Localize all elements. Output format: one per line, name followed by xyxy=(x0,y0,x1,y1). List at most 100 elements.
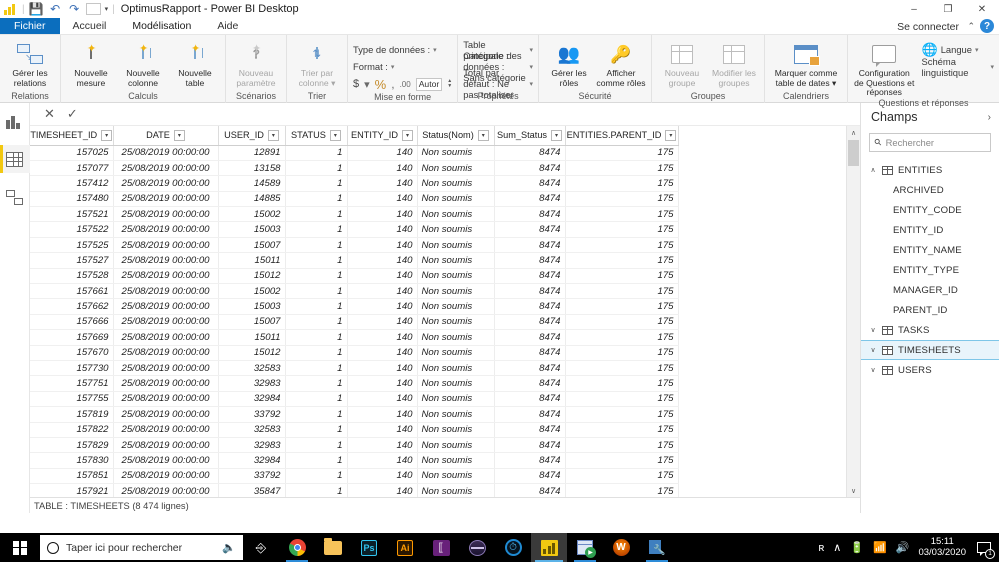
cell-status-nom-[interactable]: Non soumis xyxy=(417,437,495,454)
decimal-spinner[interactable]: ▲ ▼ xyxy=(447,79,452,89)
cell-status[interactable]: 1 xyxy=(285,191,348,208)
cell-entities-parent-id[interactable]: 175 xyxy=(565,329,679,346)
fields-table-entities[interactable]: ∧ ENTITIES xyxy=(861,160,999,180)
cell-user-id[interactable]: 32984 xyxy=(218,452,286,469)
column-header-entity-id[interactable]: ENTITY_ID ▾ xyxy=(347,126,418,146)
chevron-down-icon[interactable]: ∨ xyxy=(869,326,877,334)
cell-user-id[interactable]: 15012 xyxy=(218,345,286,361)
cell-entities-parent-id[interactable]: 175 xyxy=(565,452,679,469)
cell-timesheet-id[interactable]: 157819 xyxy=(30,406,114,423)
sign-in-link[interactable]: Se connecter xyxy=(897,18,959,35)
cell-user-id[interactable]: 32984 xyxy=(218,391,286,408)
scroll-down-arrow[interactable]: ∨ xyxy=(847,484,860,497)
cell-entities-parent-id[interactable]: 175 xyxy=(565,221,679,238)
cell-entities-parent-id[interactable]: 175 xyxy=(565,160,679,177)
cell-date[interactable]: 25/08/2019 00:00:00 xyxy=(113,237,219,254)
cell-timesheet-id[interactable]: 157829 xyxy=(30,437,114,454)
cell-timesheet-id[interactable]: 157670 xyxy=(30,345,114,361)
tab-fichier[interactable]: Fichier xyxy=(0,18,60,34)
taskbar-app-sheet[interactable]: ▶ xyxy=(567,533,603,562)
cell-user-id[interactable]: 33792 xyxy=(218,406,286,423)
cell-status[interactable]: 1 xyxy=(285,298,348,315)
cell-entities-parent-id[interactable]: 175 xyxy=(565,298,679,315)
cell-status[interactable]: 1 xyxy=(285,252,348,269)
model-view-button[interactable] xyxy=(0,183,30,211)
minimize-button[interactable]: – xyxy=(897,0,931,18)
cell-entities-parent-id[interactable]: 175 xyxy=(565,483,679,497)
column-header-status[interactable]: STATUS ▾ xyxy=(285,126,348,146)
cell-sum-status[interactable]: 8474 xyxy=(494,145,566,161)
cell-status-nom-[interactable]: Non soumis xyxy=(417,468,495,485)
cell-entities-parent-id[interactable]: 175 xyxy=(565,314,679,331)
cell-date[interactable]: 25/08/2019 00:00:00 xyxy=(113,175,219,192)
field-manager_id[interactable]: MANAGER_ID xyxy=(861,280,999,300)
linguistic-schema-field[interactable]: Schéma linguistique ▾ xyxy=(922,56,994,78)
cell-status[interactable]: 1 xyxy=(285,160,348,177)
cell-user-id[interactable]: 32583 xyxy=(218,360,286,377)
cell-timesheet-id[interactable]: 157412 xyxy=(30,175,114,192)
collapse-ribbon-icon[interactable]: ⌃ xyxy=(967,18,975,35)
table-row[interactable]: 157819 25/08/2019 00:00:00 33792 1 140 Non so… xyxy=(30,406,679,423)
cell-status[interactable]: 1 xyxy=(285,221,348,238)
cell-status-nom-[interactable]: Non soumis xyxy=(417,375,495,392)
chevron-down-icon[interactable]: ∨ xyxy=(869,366,877,374)
formula-confirm-icon[interactable]: ✓ xyxy=(67,106,78,122)
cell-date[interactable]: 25/08/2019 00:00:00 xyxy=(113,252,219,269)
column-header-user-id[interactable]: USER_ID ▾ xyxy=(218,126,286,146)
cell-status[interactable]: 1 xyxy=(285,237,348,254)
cell-date[interactable]: 25/08/2019 00:00:00 xyxy=(113,483,219,497)
cell-user-id[interactable]: 15003 xyxy=(218,221,286,238)
field-entity_id[interactable]: ENTITY_ID xyxy=(861,220,999,240)
cell-status-nom-[interactable]: Non soumis xyxy=(417,483,495,497)
cell-entity-id[interactable]: 140 xyxy=(347,237,418,254)
cell-sum-status[interactable]: 8474 xyxy=(494,329,566,346)
taskbar-app-vscode[interactable]: ⟦ xyxy=(423,533,459,562)
show-hidden-icons-chevron[interactable]: ∧ xyxy=(833,541,841,554)
fields-table-tasks[interactable]: ∨ TASKS xyxy=(861,320,999,340)
chevron-down-icon[interactable]: ∨ xyxy=(869,346,877,354)
cell-sum-status[interactable]: 8474 xyxy=(494,391,566,408)
cell-user-id[interactable]: 15007 xyxy=(218,237,286,254)
cell-sum-status[interactable]: 8474 xyxy=(494,483,566,497)
currency-format-button[interactable]: $ xyxy=(353,78,359,90)
table-row[interactable]: 157662 25/08/2019 00:00:00 15003 1 140 Non so… xyxy=(30,298,679,315)
cell-entity-id[interactable]: 140 xyxy=(347,145,418,161)
cell-status-nom-[interactable]: Non soumis xyxy=(417,406,495,423)
table-row[interactable]: 157921 25/08/2019 00:00:00 35847 1 140 Non so… xyxy=(30,483,679,497)
cell-status[interactable]: 1 xyxy=(285,406,348,423)
cell-entities-parent-id[interactable]: 175 xyxy=(565,145,679,161)
cell-entities-parent-id[interactable]: 175 xyxy=(565,191,679,208)
cell-status[interactable]: 1 xyxy=(285,391,348,408)
column-filter-icon[interactable]: ▾ xyxy=(401,129,413,141)
cell-entity-id[interactable]: 140 xyxy=(347,175,418,192)
battery-icon[interactable]: 🔋 xyxy=(850,541,864,554)
data-type-field[interactable]: Type de données : ▾ xyxy=(353,42,437,57)
spinner-down-icon[interactable]: ▼ xyxy=(447,84,452,89)
tab-modelisation[interactable]: Modélisation xyxy=(119,18,205,34)
cell-entity-id[interactable]: 140 xyxy=(347,360,418,377)
table-row[interactable]: 157025 25/08/2019 00:00:00 12891 1 140 Non so… xyxy=(30,145,679,161)
taskbar-app-photoshop[interactable]: Ps xyxy=(351,533,387,562)
cell-date[interactable]: 25/08/2019 00:00:00 xyxy=(113,422,219,438)
column-header-date[interactable]: DATE ▾ xyxy=(113,126,219,146)
cell-status-nom-[interactable]: Non soumis xyxy=(417,391,495,408)
cell-user-id[interactable]: 15011 xyxy=(218,329,286,346)
manage-roles-button[interactable]: 👥 Gérer les rôles xyxy=(544,38,594,88)
cell-status-nom-[interactable]: Non soumis xyxy=(417,329,495,346)
cell-date[interactable]: 25/08/2019 00:00:00 xyxy=(113,437,219,454)
taskbar-app-blue-circle[interactable]: ⏱ xyxy=(495,533,531,562)
column-filter-icon[interactable]: ▾ xyxy=(173,129,185,141)
cell-status-nom-[interactable]: Non soumis xyxy=(417,268,495,285)
format-field[interactable]: Format : ▾ xyxy=(353,59,394,74)
cell-user-id[interactable]: 15002 xyxy=(218,283,286,300)
cell-status-nom-[interactable]: Non soumis xyxy=(417,221,495,238)
cell-sum-status[interactable]: 8474 xyxy=(494,314,566,331)
cell-entities-parent-id[interactable]: 175 xyxy=(565,252,679,269)
cell-sum-status[interactable]: 8474 xyxy=(494,298,566,315)
cell-sum-status[interactable]: 8474 xyxy=(494,437,566,454)
cell-date[interactable]: 25/08/2019 00:00:00 xyxy=(113,375,219,392)
scrollbar-thumb[interactable] xyxy=(848,140,859,166)
view-as-roles-button[interactable]: 🔑 Afficher comme rôles xyxy=(596,38,646,88)
field-entity_name[interactable]: ENTITY_NAME xyxy=(861,240,999,260)
table-row[interactable]: 157730 25/08/2019 00:00:00 32583 1 140 Non so… xyxy=(30,360,679,377)
